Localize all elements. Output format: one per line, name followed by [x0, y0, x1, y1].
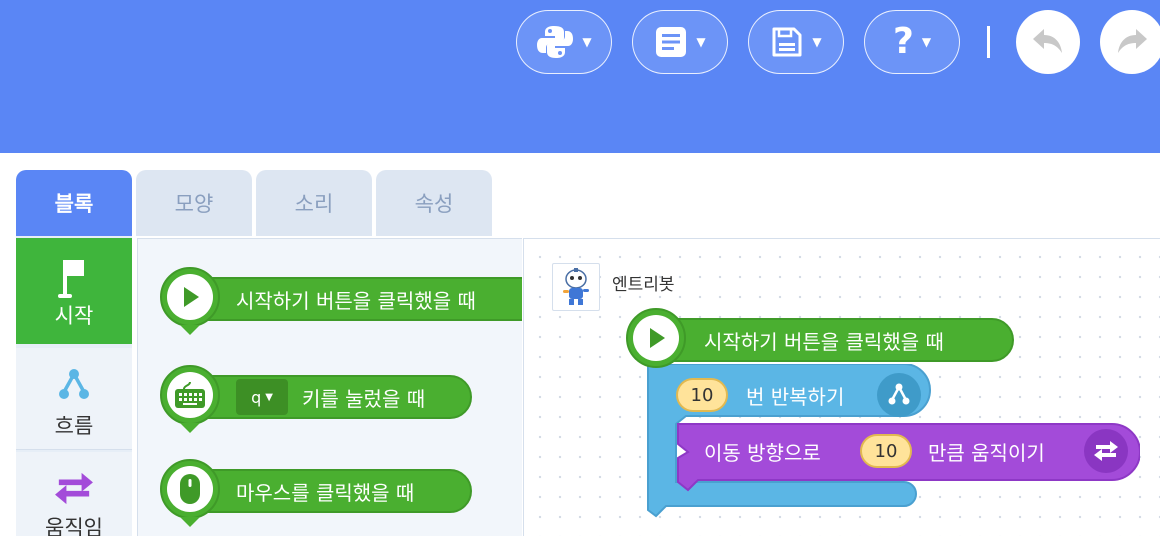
document-icon	[656, 27, 687, 57]
palette-start-hat	[160, 267, 220, 327]
category-move[interactable]: 움직임	[16, 452, 132, 536]
save-icon	[772, 27, 802, 57]
flow-badge	[877, 373, 921, 417]
move-arrows-icon	[55, 472, 93, 505]
category-start-label: 시작	[54, 304, 94, 328]
redo-button[interactable]	[1100, 10, 1160, 74]
tab-blocks[interactable]: 블록	[16, 170, 132, 236]
keyboard-icon	[175, 381, 205, 408]
block-text: 키를 눌렀을 때	[302, 386, 426, 411]
python-mode-button[interactable]: ▼	[516, 10, 612, 74]
sprite-thumbnail[interactable]	[552, 263, 600, 311]
chevron-down-icon: ▼	[696, 35, 706, 49]
category-start[interactable]: 시작	[16, 238, 132, 344]
tab-properties[interactable]: 속성	[376, 170, 492, 236]
block-text: 마우스를 클릭했을 때	[236, 480, 415, 505]
workspace-start-hat	[626, 308, 686, 368]
block-text: 시작하기 버튼을 클릭했을 때	[704, 329, 944, 354]
help-menu-button[interactable]: ? ▼	[864, 10, 960, 74]
caret-down-icon: ▼	[265, 391, 273, 403]
python-icon	[537, 26, 574, 58]
chevron-down-icon: ▼	[921, 35, 932, 49]
play-icon	[184, 287, 199, 307]
repeat-count-input[interactable]: 10	[676, 378, 728, 412]
top-toolbar: ▼ ▼ ▼ ? ▼	[0, 0, 1160, 153]
move-block-prefix: 이동 방향으로	[704, 441, 821, 465]
document-menu-button[interactable]: ▼	[632, 10, 728, 74]
palette-mouse-click-block[interactable]: 마우스를 클릭했을 때	[186, 469, 472, 513]
hat-notch	[180, 517, 200, 527]
entrybot-icon	[563, 268, 589, 305]
category-move-label: 움직임	[45, 516, 103, 536]
workspace-start-click-block[interactable]: 시작하기 버튼을 클릭했을 때	[652, 318, 1014, 362]
move-count-input[interactable]: 10	[860, 434, 912, 468]
help-icon: ?	[892, 21, 914, 62]
flow-icon	[888, 383, 910, 405]
redo-icon	[1118, 29, 1147, 53]
toolbar-divider	[987, 26, 990, 58]
move-block-suffix: 만큼 움직이기	[928, 441, 1045, 465]
tab-sounds[interactable]: 소리	[256, 170, 372, 236]
category-flow[interactable]: 흐름	[16, 348, 132, 450]
undo-button[interactable]	[1016, 10, 1080, 74]
chevron-down-icon: ▼	[812, 35, 822, 49]
play-icon	[650, 328, 665, 348]
flow-icon	[59, 369, 89, 399]
key-value: q	[251, 387, 262, 407]
chevron-down-icon: ▼	[582, 35, 592, 49]
hat-notch	[180, 325, 200, 335]
palette-start-click-block[interactable]: 시작하기 버튼을 클릭했을 때	[186, 277, 522, 321]
palette-key-pressed-block[interactable]: q ▼ 키를 눌렀을 때	[186, 375, 472, 419]
undo-icon	[1033, 29, 1062, 53]
hat-notch	[180, 423, 200, 433]
palette-key-hat	[160, 365, 220, 425]
mouse-icon	[180, 474, 200, 504]
move-arrows-icon	[1094, 441, 1118, 461]
repeat-block-label: 번 반복하기	[746, 385, 845, 409]
block-text: 시작하기 버튼을 클릭했을 때	[236, 288, 476, 313]
flag-icon	[58, 260, 84, 298]
move-badge	[1084, 429, 1128, 473]
category-flow-label: 흐름	[54, 414, 94, 438]
tab-shapes[interactable]: 모양	[136, 170, 252, 236]
sprite-name: 엔트리봇	[612, 275, 675, 295]
key-dropdown[interactable]: q ▼	[236, 379, 288, 415]
palette-mouse-hat	[160, 459, 220, 519]
save-menu-button[interactable]: ▼	[748, 10, 844, 74]
block-palette: 시작하기 버튼을 클릭했을 때 q ▼ 키를 눌렀을 때 마우스를 클릭했을 때	[137, 238, 522, 536]
